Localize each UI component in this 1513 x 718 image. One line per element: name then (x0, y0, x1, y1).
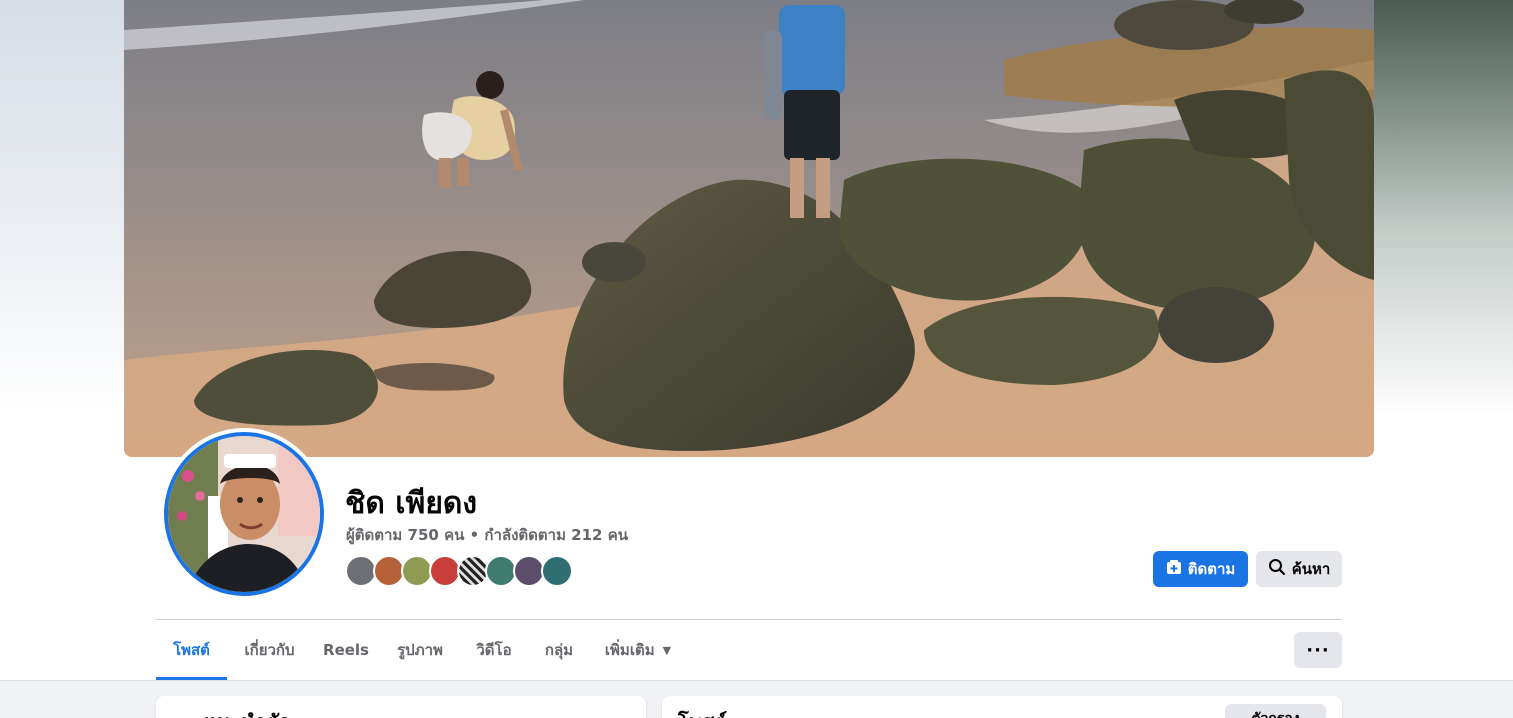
tab-photos[interactable]: รูปภาพ (386, 620, 454, 680)
cover-blur-right (1374, 0, 1513, 420)
more-options-button[interactable]: ··· (1294, 632, 1342, 668)
posts-card-title: โพสต์ (678, 706, 727, 718)
profile-picture-frame (160, 428, 328, 600)
tab-label: กลุ่ม (544, 641, 574, 659)
tab-label: Reels (323, 641, 369, 659)
follow-label: ติดตาม (1187, 560, 1236, 578)
tab-reels[interactable]: Reels (316, 620, 376, 680)
tab-label: วิดีโอ (476, 641, 512, 659)
posts-card: โพสต์ ตัวกรอง (662, 696, 1342, 718)
tab-label: รูปภาพ (397, 641, 443, 659)
tab-label: เพิ่มเติม (604, 641, 655, 659)
intro-card: แนะนำตัว (156, 696, 646, 718)
tab-more[interactable]: เพิ่มเติม ▼ (598, 620, 678, 680)
cover-photo[interactable] (124, 0, 1374, 457)
tab-posts[interactable]: โพสต์ (156, 620, 227, 680)
tab-groups[interactable]: กลุ่ม (532, 620, 586, 680)
intro-card-title: แนะนำตัว (204, 706, 290, 718)
profile-picture-image (168, 436, 320, 592)
follower-avatar[interactable] (541, 555, 573, 587)
more-dots-icon: ··· (1306, 639, 1330, 661)
profile-name: ชิด เพียดง (345, 486, 478, 521)
tab-videos[interactable]: วิดีโอ (464, 620, 524, 680)
cover-photo-image (124, 0, 1374, 457)
search-icon (1268, 558, 1286, 580)
profile-picture[interactable] (164, 432, 324, 596)
tab-label: โพสต์ (173, 641, 210, 659)
caret-down-icon: ▼ (662, 643, 672, 657)
search-button[interactable]: ค้นหา (1256, 551, 1342, 587)
follower-count[interactable]: ผู้ติดตาม 750 คน • กำลังติดตาม 212 คน (346, 523, 628, 547)
tab-about[interactable]: เกี่ยวกับ (232, 620, 307, 680)
filter-button[interactable]: ตัวกรอง (1225, 704, 1326, 718)
follow-button[interactable]: ติดตาม (1153, 551, 1248, 587)
cover-blur-left (0, 0, 124, 420)
follow-icon (1166, 559, 1182, 579)
tab-label: เกี่ยวกับ (244, 641, 295, 659)
search-label: ค้นหา (1291, 560, 1331, 578)
